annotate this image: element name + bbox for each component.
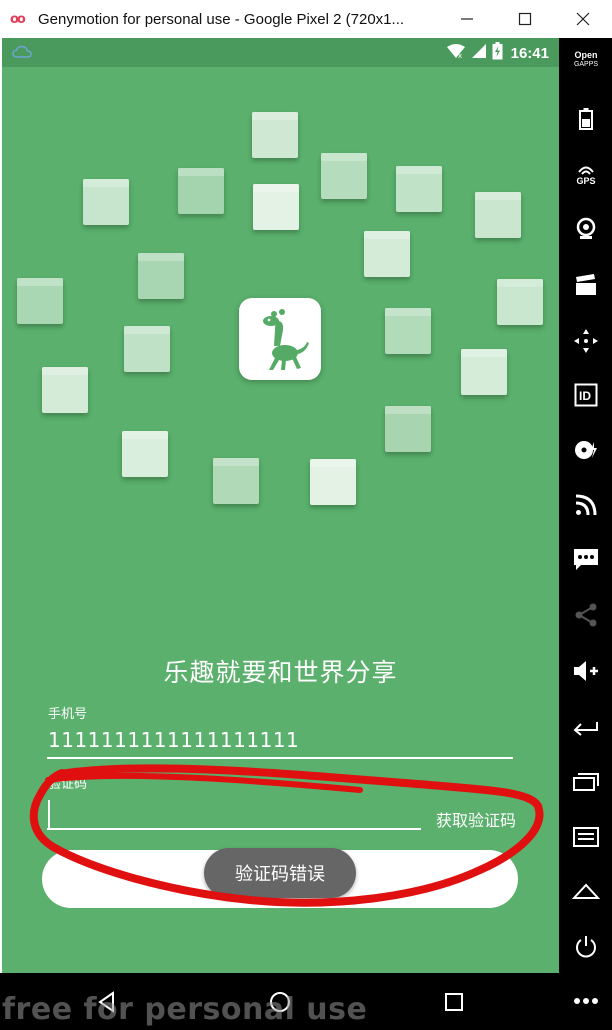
window-title: Genymotion for personal use - Google Pix…: [38, 10, 405, 28]
opengapps-label: Open: [574, 50, 598, 60]
tile: [310, 459, 356, 505]
gps-widget-button[interactable]: GPS: [568, 158, 604, 192]
webcam-icon: [576, 217, 596, 239]
close-button[interactable]: [568, 4, 598, 34]
battery-icon: [579, 108, 593, 130]
giraffe-icon: [263, 309, 309, 370]
phone-screen: x 16:41 乐趣就要和世界分享 手机号 111111111111111111…: [2, 38, 559, 973]
signal-icon: [471, 43, 487, 63]
rss-icon: [575, 494, 597, 516]
power-icon: [576, 936, 596, 958]
volume-up-icon: [574, 661, 598, 681]
text-cursor: [48, 800, 50, 828]
back-icon: [98, 991, 114, 1013]
tile: [497, 279, 543, 325]
sms-button[interactable]: [568, 543, 604, 577]
code-input[interactable]: [47, 798, 421, 830]
return-icon: [573, 722, 598, 736]
rotate-button[interactable]: [568, 710, 604, 744]
share-icon: [575, 603, 597, 627]
message-icon: [574, 549, 598, 570]
close-icon: [576, 12, 590, 26]
recents-button[interactable]: [439, 987, 469, 1017]
genymotion-toolbar: Open GAPPS GPS ID: [559, 38, 612, 1030]
phone-input-underline: [47, 757, 513, 759]
wifi-icon: x: [446, 43, 466, 63]
home-button[interactable]: [265, 987, 295, 1017]
tile: [213, 458, 259, 504]
tile: [396, 166, 442, 212]
disk-io-button[interactable]: [568, 433, 604, 467]
tile: [17, 278, 63, 324]
tile: [475, 192, 521, 238]
tile: [321, 153, 367, 199]
opengapps-button[interactable]: Open GAPPS: [563, 50, 609, 70]
emulator-window: oo Genymotion for personal use - Google …: [0, 0, 612, 1030]
genymotion-icon: oo: [10, 11, 26, 27]
tile: [385, 406, 431, 452]
webcam-widget-button[interactable]: [568, 212, 604, 246]
home-icon: [270, 992, 290, 1012]
android-home-button[interactable]: [568, 874, 604, 908]
android-navbar: [0, 973, 559, 1030]
minimize-button[interactable]: [452, 4, 482, 34]
share-button[interactable]: [568, 598, 604, 632]
code-label: 验证码: [48, 777, 88, 792]
svg-text:x: x: [458, 52, 462, 59]
recents-icon: [445, 993, 463, 1011]
svg-text:ID: ID: [579, 389, 591, 403]
windows-icon: [573, 773, 599, 791]
volume-up-button[interactable]: [568, 654, 604, 688]
opengapps-sublabel: GAPPS: [573, 61, 599, 68]
status-bar: x 16:41: [2, 38, 559, 67]
id-icon: ID: [574, 383, 598, 407]
phone-label: 手机号: [48, 707, 88, 722]
tile: [83, 179, 129, 225]
status-time: 16:41: [510, 44, 549, 62]
slogan: 乐趣就要和世界分享: [163, 658, 398, 687]
app-logo: [239, 298, 321, 380]
tile: [461, 349, 507, 395]
tile: [385, 308, 431, 354]
clapperboard-icon: [576, 274, 596, 295]
network-button[interactable]: [568, 488, 604, 522]
tile: [178, 168, 224, 214]
tile: [138, 253, 184, 299]
battery-widget-button[interactable]: [568, 102, 604, 136]
tile: [253, 184, 299, 230]
get-code-button[interactable]: 获取验证码: [436, 807, 516, 831]
power-button[interactable]: [568, 930, 604, 964]
battery-icon: [492, 42, 503, 64]
tile: [252, 112, 298, 158]
menu-button[interactable]: [568, 820, 604, 854]
device-id-button[interactable]: ID: [568, 378, 604, 412]
tile: [364, 231, 410, 277]
minimize-icon: [461, 18, 473, 20]
more-icon: [574, 998, 598, 1004]
gps-icon: [578, 166, 594, 175]
error-toast: 验证码错误: [204, 848, 356, 898]
window-titlebar: oo Genymotion for personal use - Google …: [0, 0, 612, 38]
tile: [122, 431, 168, 477]
more-button[interactable]: [568, 984, 604, 1018]
screencast-widget-button[interactable]: [568, 268, 604, 302]
recent-apps-button[interactable]: [568, 764, 604, 798]
gps-label: GPS: [576, 176, 596, 186]
tile: [42, 367, 88, 413]
disk-icon: [575, 441, 597, 459]
remote-control-button[interactable]: [568, 324, 604, 358]
home-icon: [572, 883, 600, 899]
tile: [124, 326, 170, 372]
back-button[interactable]: [92, 987, 122, 1017]
cloud-icon: [12, 44, 32, 63]
phone-input[interactable]: 1111111111111111111: [48, 728, 299, 752]
maximize-icon: [518, 12, 532, 26]
menu-icon: [573, 827, 599, 847]
move-icon: [574, 329, 598, 353]
maximize-button[interactable]: [510, 4, 540, 34]
